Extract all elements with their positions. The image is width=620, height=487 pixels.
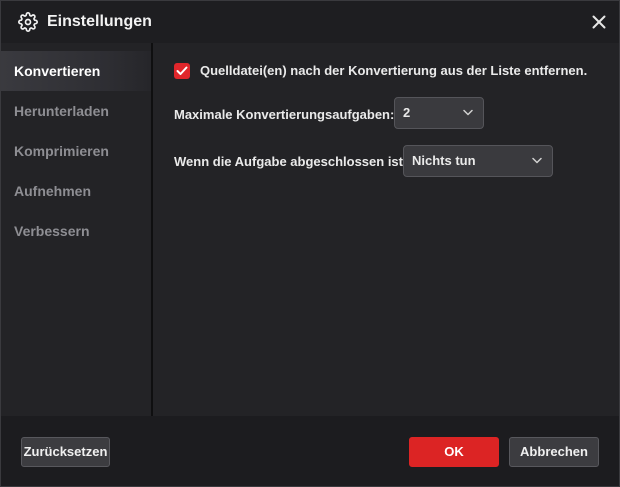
title-bar: Einstellungen	[1, 1, 619, 43]
on-complete-label: Wenn die Aufgabe abgeschlossen ist:	[174, 154, 408, 169]
dialog-title: Einstellungen	[47, 13, 152, 30]
max-tasks-label: Maximale Konvertierungsaufgaben:	[174, 107, 395, 122]
chevron-down-icon	[463, 109, 473, 116]
sidebar-item-aufnehmen[interactable]: Aufnehmen	[1, 171, 151, 211]
on-complete-select[interactable]: Nichts tun	[403, 145, 553, 177]
reset-button[interactable]: Zurücksetzen	[21, 437, 110, 467]
chevron-down-icon	[532, 157, 542, 164]
cancel-button[interactable]: Abbrechen	[509, 437, 599, 467]
remove-source-checkbox[interactable]	[174, 63, 190, 79]
sidebar-item-herunterladen[interactable]: Herunterladen	[1, 91, 151, 131]
max-tasks-value: 2	[403, 105, 411, 120]
ok-button[interactable]: OK	[409, 437, 499, 467]
settings-dialog: Einstellungen Konvertieren Herunterladen…	[0, 0, 620, 487]
gear-icon	[18, 12, 38, 32]
checkmark-icon	[176, 66, 188, 75]
sidebar-item-konvertieren[interactable]: Konvertieren	[1, 51, 151, 91]
sidebar-item-verbessern[interactable]: Verbessern	[1, 211, 151, 251]
settings-panel: Quelldatei(en) nach der Konvertierung au…	[153, 43, 619, 416]
sidebar: Konvertieren Herunterladen Komprimieren …	[1, 43, 151, 416]
on-complete-value: Nichts tun	[412, 153, 476, 168]
dialog-footer: Zurücksetzen OK Abbrechen	[1, 416, 619, 486]
close-icon[interactable]	[589, 12, 609, 32]
max-tasks-select[interactable]: 2	[394, 97, 484, 129]
sidebar-item-komprimieren[interactable]: Komprimieren	[1, 131, 151, 171]
remove-source-label: Quelldatei(en) nach der Konvertierung au…	[200, 63, 588, 78]
